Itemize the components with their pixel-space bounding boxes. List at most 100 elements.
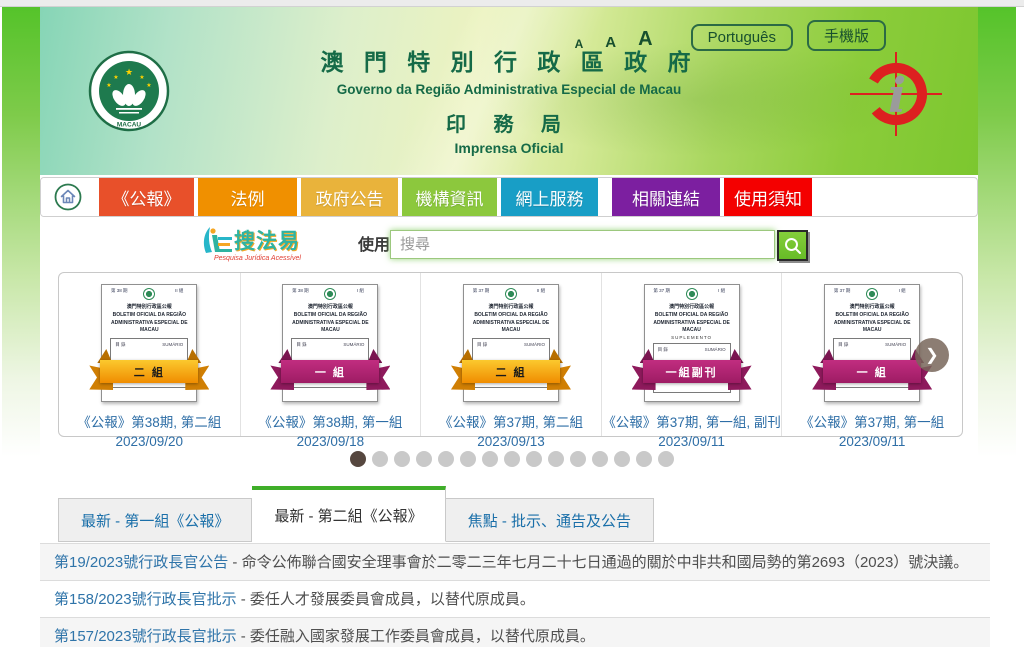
carousel-dot[interactable] — [416, 451, 432, 467]
cover-group-label: II 組 — [167, 288, 191, 293]
cover-masthead: 澳門特別行政區公報 BOLETIM OFICIAL DA REGIÃO ADMI… — [283, 304, 377, 335]
nav-item-terms-of-use[interactable]: 使用須知 — [724, 178, 812, 216]
macau-emblem-mini-icon — [866, 288, 878, 300]
entry-link[interactable]: 第158/2023號行政長官批示 — [54, 591, 237, 608]
gazette-link[interactable]: 《公報》第37期, 第一組 — [782, 411, 962, 431]
nav-item-gov-notices[interactable]: 政府公告 — [301, 178, 398, 216]
gazette-cover[interactable]: 第 37 期 II 組 澳門特別行政區公報 BOLETIM OFICIAL DA… — [463, 284, 559, 402]
font-size-large-button[interactable]: A — [638, 28, 652, 51]
soufayi-logo-subtext: Pesquisa Jurídica Acessível — [214, 255, 301, 262]
gazette-link[interactable]: 《公報》第38期, 第一組 — [241, 411, 421, 431]
gazette-entry-list: 第19/2023號行政長官公告 - 命令公佈聯合國安全理事會於二零二三年七月二十… — [40, 543, 990, 647]
nav-item-gazette[interactable]: 《公報》 — [99, 178, 194, 216]
main-navigation: 《公報》 法例 政府公告 機構資訊 網上服務 相關連結 使用須知 — [40, 177, 978, 217]
carousel-dot[interactable] — [592, 451, 608, 467]
group-ribbon: 一 組 — [270, 360, 390, 383]
tab-highlights[interactable]: 焦點 - 批示、通告及公告 — [446, 498, 654, 542]
gazette-link[interactable]: 《公報》第37期, 第二組 — [421, 411, 601, 431]
entry-description: - 委任人才發展委員會成員，以替代原成員。 — [237, 591, 535, 608]
carousel-dot[interactable] — [438, 451, 454, 467]
carousel-dot[interactable] — [504, 451, 520, 467]
search-section: 搜法易 Pesquisa Jurídica Acessível 使用說明 — [40, 222, 978, 270]
entry-description: - 命令公佈聯合國安全理事會於二零二三年七月二十七日通過的關於中非共和國局勢的第… — [228, 554, 968, 571]
carousel-item: 第 37 期 I 組 澳門特別行政區公報 BOLETIM OFICIAL DA … — [601, 273, 782, 436]
search-icon — [784, 237, 802, 255]
font-size-small-button[interactable]: A — [575, 37, 584, 51]
cover-masthead: 澳門特別行政區公報 BOLETIM OFICIAL DA REGIÃO ADMI… — [645, 304, 739, 335]
nav-item-related-links[interactable]: 相關連結 — [612, 178, 720, 216]
carousel-dot[interactable] — [482, 451, 498, 467]
home-button[interactable] — [41, 178, 95, 216]
chevron-right-icon: ❯ — [925, 345, 938, 365]
gazette-cover[interactable]: 第 37 期 I 組 澳門特別行政區公報 BOLETIM OFICIAL DA … — [824, 284, 920, 402]
gazette-link[interactable]: 《公報》第37期, 第一組, 副刊 — [602, 411, 782, 431]
gazette-date[interactable]: 2023/09/13 — [421, 434, 601, 449]
mobile-version-button[interactable]: 手機版 — [807, 20, 886, 51]
header-tools: A A A Português 手機版 — [575, 20, 886, 51]
gazette-link[interactable]: 《公報》第38期, 第二組 — [59, 411, 240, 431]
ribbon-label: 一組副刊 — [643, 360, 741, 383]
carousel-item: 第 38 期 II 組 澳門特別行政區公報 BOLETIM OFICIAL DA… — [59, 273, 240, 436]
carousel-dot[interactable] — [614, 451, 630, 467]
carousel-dot[interactable] — [548, 451, 564, 467]
search-input[interactable] — [390, 230, 775, 259]
gazette-date[interactable]: 2023/09/18 — [241, 434, 421, 449]
cover-issue-label: 第 37 期 — [650, 288, 674, 293]
content-tabs: 最新 - 第一組《公報》 最新 - 第二組《公報》 焦點 - 批示、通告及公告 — [58, 486, 654, 542]
carousel-dot[interactable] — [394, 451, 410, 467]
nav-item-online-services[interactable]: 網上服務 — [501, 178, 598, 216]
carousel-dot[interactable] — [460, 451, 476, 467]
gazette-cover[interactable]: 第 37 期 I 組 澳門特別行政區公報 BOLETIM OFICIAL DA … — [644, 284, 740, 402]
right-decor-strip — [978, 7, 1016, 607]
cover-masthead: 澳門特別行政區公報 BOLETIM OFICIAL DA REGIÃO ADMI… — [825, 304, 919, 335]
carousel-dot[interactable] — [526, 451, 542, 467]
font-size-medium-button[interactable]: A — [605, 34, 616, 51]
soufayi-logo[interactable]: 搜法易 Pesquisa Jurídica Acessível — [200, 225, 300, 255]
carousel-dot[interactable] — [658, 451, 674, 467]
gazette-carousel: 第 38 期 II 組 澳門特別行政區公報 BOLETIM OFICIAL DA… — [58, 272, 963, 437]
cover-group-label: II 組 — [529, 288, 553, 293]
gazette-date[interactable]: 2023/09/11 — [602, 434, 782, 449]
dept-title-pt: Imprensa Oficial — [40, 140, 978, 156]
carousel-dot[interactable] — [570, 451, 586, 467]
carousel-dot[interactable] — [372, 451, 388, 467]
macau-emblem-mini-icon — [143, 288, 155, 300]
ribbon-label: 一 組 — [281, 360, 379, 383]
carousel-item: 第 38 期 I 組 澳門特別行政區公報 BOLETIM OFICIAL DA … — [240, 273, 421, 436]
site-title-pt: Governo da Região Administrativa Especia… — [40, 82, 978, 97]
nav-item-org-info[interactable]: 機構資訊 — [402, 178, 497, 216]
ribbon-label: 二 組 — [100, 360, 198, 383]
gazette-cover[interactable]: 第 38 期 I 組 澳門特別行政區公報 BOLETIM OFICIAL DA … — [282, 284, 378, 402]
portuguese-language-button[interactable]: Português — [691, 24, 793, 51]
left-decor-strip — [2, 7, 40, 607]
tab-latest-group2[interactable]: 最新 - 第二組《公報》 — [252, 486, 445, 542]
carousel-next-button[interactable]: ❯ — [915, 338, 949, 372]
gazette-date[interactable]: 2023/09/11 — [782, 434, 962, 449]
search-button[interactable] — [777, 230, 808, 261]
page: ★ ★ ★ ★ ★ MACAU 澳 門 特 別 行 政 區 政 府 Govern… — [0, 0, 1024, 647]
group-ribbon: 二 組 — [451, 360, 571, 383]
imprensa-oficial-logo: i — [850, 52, 942, 136]
carousel-dot[interactable] — [636, 451, 652, 467]
entry-link[interactable]: 第157/2023號行政長官批示 — [54, 628, 237, 645]
tab-latest-group1[interactable]: 最新 - 第一組《公報》 — [58, 498, 252, 542]
logo-i-glyph: i — [888, 68, 906, 124]
cover-issue-label: 第 38 期 — [288, 288, 312, 293]
header-banner: ★ ★ ★ ★ ★ MACAU 澳 門 特 別 行 政 區 政 府 Govern… — [40, 7, 978, 175]
macau-emblem-mini-icon — [505, 288, 517, 300]
gazette-date[interactable]: 2023/09/20 — [59, 434, 240, 449]
group-ribbon: 一 組 — [812, 360, 932, 383]
list-item: 第157/2023號行政長官批示 - 委任融入國家發展工作委員會成員，以替代原成… — [40, 618, 990, 647]
carousel-dot[interactable] — [350, 451, 366, 467]
cover-group-label: I 組 — [710, 288, 734, 293]
list-item: 第158/2023號行政長官批示 - 委任人才發展委員會成員，以替代原成員。 — [40, 581, 990, 618]
ribbon-label: 一 組 — [823, 360, 921, 383]
cover-group-label: I 組 — [348, 288, 372, 293]
home-icon — [54, 183, 82, 211]
gazette-cover[interactable]: 第 38 期 II 組 澳門特別行政區公報 BOLETIM OFICIAL DA… — [101, 284, 197, 402]
nav-item-legislation[interactable]: 法例 — [198, 178, 297, 216]
cover-masthead: 澳門特別行政區公報 BOLETIM OFICIAL DA REGIÃO ADMI… — [464, 304, 558, 335]
entry-link[interactable]: 第19/2023號行政長官公告 — [54, 554, 228, 571]
carousel-item: 第 37 期 II 組 澳門特別行政區公報 BOLETIM OFICIAL DA… — [420, 273, 601, 436]
cover-suplemento-label: SUPLEMENTO — [645, 335, 739, 340]
